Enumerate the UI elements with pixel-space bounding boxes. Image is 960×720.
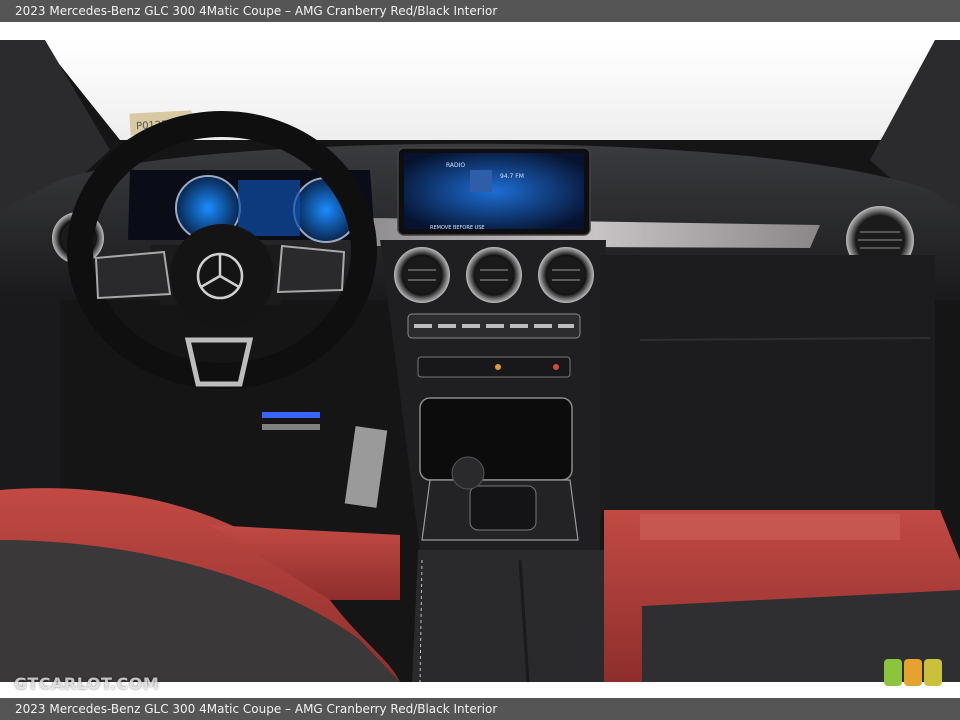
logo-square-orange	[904, 659, 922, 686]
watermark: GTCARLOT.COM	[14, 674, 160, 693]
site-logo-icon	[884, 659, 942, 686]
screen-frequency: 94.7 FM	[500, 173, 524, 180]
photo-caption-bottom: 2023 Mercedes-Benz GLC 300 4Matic Coupe …	[0, 698, 960, 720]
logo-square-green	[884, 659, 902, 686]
photo-caption-top: 2023 Mercedes-Benz GLC 300 4Matic Coupe …	[0, 0, 960, 22]
logo-square-yellow	[924, 659, 942, 686]
interior-photo: P0125426 RADIO 94.7 FM REMOVE BEFORE USE	[0, 40, 960, 682]
screen-title: RADIO	[446, 162, 465, 169]
screen-footer: REMOVE BEFORE USE	[430, 225, 485, 231]
